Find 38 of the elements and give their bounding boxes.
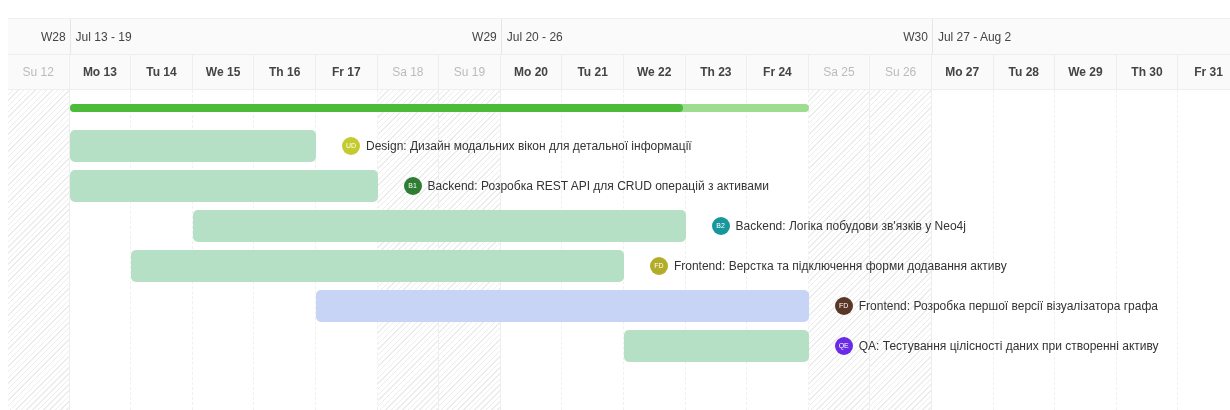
task-bar[interactable] — [315, 290, 809, 322]
day-header: We 22 — [623, 55, 686, 89]
task-bar[interactable] — [69, 130, 316, 162]
day-header: Sa 18 — [377, 55, 440, 89]
day-header: Fr 31 — [1178, 55, 1230, 89]
week-range: Jul 13 - 19 — [69, 19, 440, 54]
day-header: Tu 28 — [993, 55, 1056, 89]
task-label: Frontend: Верстка та підключення форми додавання активу — [673, 258, 1007, 275]
day-header: Fr 24 — [747, 55, 809, 89]
day-header: Su 19 — [439, 55, 501, 89]
week-range: Jul 20 - 26 — [500, 19, 871, 54]
task-bar[interactable] — [623, 330, 809, 362]
day-header: Th 30 — [1116, 55, 1179, 89]
day-header: Tu 21 — [562, 55, 624, 89]
task-bar[interactable] — [69, 170, 378, 202]
day-header: Tu 14 — [131, 55, 193, 89]
day-header: We 29 — [1055, 55, 1117, 89]
day-header: Th 16 — [254, 55, 316, 89]
task-bar[interactable] — [131, 250, 624, 282]
day-header: Mo 13 — [69, 55, 132, 89]
task-label: Design: Дизайн модальних вікон для детальної інформації — [365, 138, 692, 155]
day-header: Mo 20 — [500, 55, 563, 89]
week-number: W30 — [902, 28, 929, 46]
task-bar[interactable] — [192, 210, 686, 242]
task-label: QA: Тестування цілісності даних при створенні активу — [858, 338, 1159, 355]
week-number: W28 — [39, 28, 67, 46]
task-label: Frontend: Розробка першої версії візуалізатора графа — [858, 298, 1158, 315]
day-header: Th 23 — [685, 55, 748, 89]
day-header: Su 12 — [8, 55, 70, 89]
day-header: We 15 — [192, 55, 255, 89]
day-header: Su 26 — [870, 55, 932, 89]
day-header: Sa 25 — [808, 55, 871, 89]
week-range: Jul 27 - Aug 2 — [931, 19, 1230, 54]
task-label: Backend: Логіка побудови зв'язків у Neo4j — [735, 218, 966, 235]
day-header: Mo 27 — [931, 55, 994, 89]
task-label: Backend: Розробка REST API для CRUD операцій з активами — [427, 178, 769, 195]
week-number: W29 — [471, 28, 498, 46]
day-header: Fr 17 — [315, 55, 378, 89]
